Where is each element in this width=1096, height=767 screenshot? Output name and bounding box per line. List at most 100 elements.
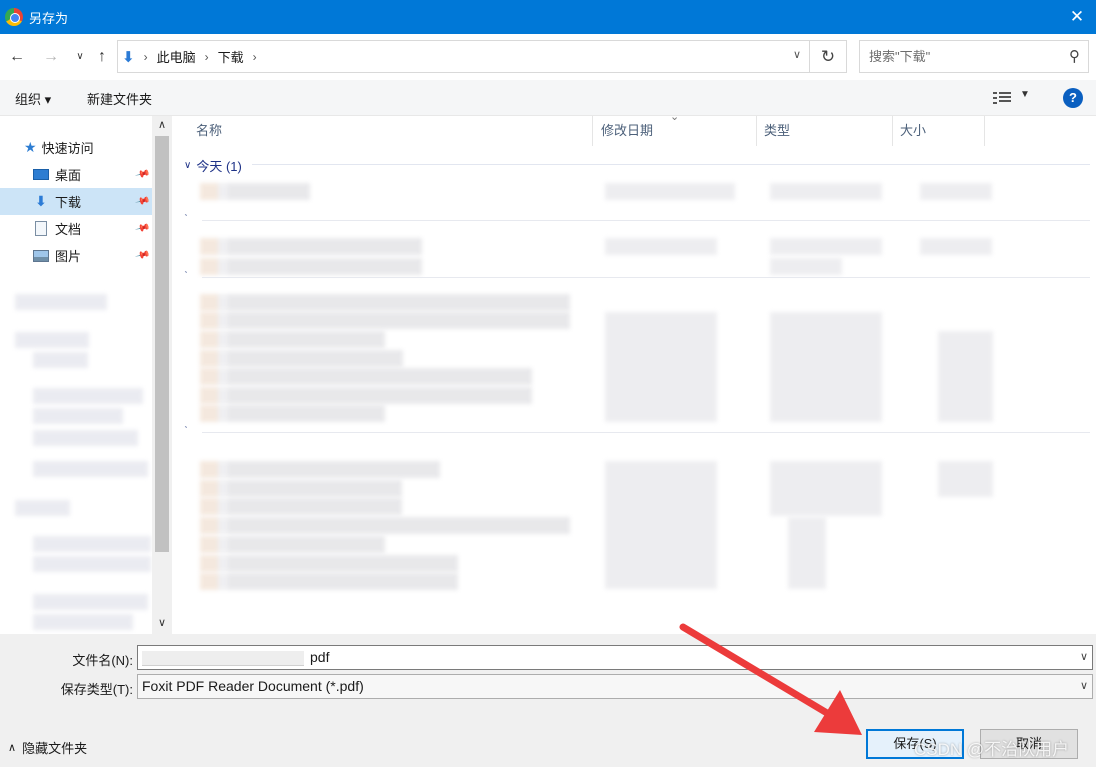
- pin-icon[interactable]: 📌: [134, 194, 150, 210]
- forward-arrow-icon[interactable]: →: [41, 46, 61, 68]
- pin-icon[interactable]: 📌: [134, 167, 150, 183]
- table-row[interactable]: [200, 555, 458, 572]
- nav-item-label: 图片: [55, 249, 82, 264]
- address-dropdown-icon[interactable]: ∨: [793, 48, 801, 61]
- table-row[interactable]: [200, 405, 385, 422]
- chrome-icon: [5, 8, 23, 26]
- table-row[interactable]: [200, 387, 532, 404]
- breadcrumb-downloads[interactable]: 下载: [218, 47, 244, 66]
- nav-item-downloads[interactable]: ⬇ 下载 📌: [0, 188, 152, 215]
- table-cell: [770, 258, 842, 275]
- group-toggle-icon[interactable]: ˋ: [184, 424, 188, 438]
- chevron-down-icon: ∨: [184, 160, 192, 171]
- filetype-select[interactable]: Foxit PDF Reader Document (*.pdf) ∨: [137, 674, 1093, 699]
- table-cell: [605, 312, 717, 422]
- column-header-name[interactable]: 名称: [172, 116, 593, 146]
- table-row[interactable]: [200, 498, 402, 515]
- redacted-nav-item: [33, 408, 123, 424]
- chevron-right-icon[interactable]: ›: [144, 50, 148, 64]
- nav-item-label: 下载: [55, 195, 82, 210]
- redacted-nav-item: [33, 461, 148, 477]
- refresh-icon[interactable]: ↻: [810, 40, 847, 73]
- table-cell: [938, 461, 993, 497]
- table-cell: [920, 183, 992, 200]
- view-dropdown-icon[interactable]: ▼: [1020, 89, 1030, 100]
- table-row[interactable]: [200, 573, 458, 590]
- search-icon[interactable]: ⚲: [1069, 41, 1080, 72]
- organize-button[interactable]: 组织 ▾: [15, 89, 51, 108]
- redacted-nav-item: [15, 332, 89, 348]
- command-toolbar: 组织 ▾ 新建文件夹 ▼: [0, 80, 1096, 116]
- nav-item-pictures[interactable]: 图片 📌: [0, 242, 152, 269]
- scroll-down-icon[interactable]: ∨: [152, 616, 172, 629]
- redacted-nav-item: [33, 430, 138, 446]
- close-icon[interactable]: ✕: [1066, 6, 1088, 28]
- chevron-down-icon[interactable]: ∨: [1080, 646, 1088, 669]
- column-label: 名称: [196, 123, 223, 138]
- search-input[interactable]: 搜索"下载" ⚲: [859, 40, 1089, 73]
- table-row[interactable]: [200, 536, 385, 553]
- table-cell: [770, 461, 882, 516]
- group-toggle-icon[interactable]: ˋ: [184, 212, 188, 226]
- help-icon[interactable]: ?: [1063, 88, 1083, 108]
- table-row[interactable]: [200, 258, 422, 275]
- nav-quick-access-label: 快速访问: [41, 141, 94, 156]
- back-arrow-icon[interactable]: ←: [7, 46, 27, 68]
- column-header-size[interactable]: 大小: [893, 116, 985, 146]
- recent-locations-chevron-icon[interactable]: ∨: [70, 46, 90, 68]
- table-cell: [938, 331, 993, 422]
- hide-folders-toggle[interactable]: ∧ 隐藏文件夹: [8, 738, 87, 757]
- table-row[interactable]: [200, 350, 403, 367]
- hide-folders-label: 隐藏文件夹: [22, 741, 88, 756]
- chevron-down-icon[interactable]: ∨: [1080, 675, 1088, 698]
- filename-field[interactable]: pdf ∨: [137, 645, 1093, 670]
- column-label: 修改日期: [601, 123, 654, 138]
- chevron-right-icon[interactable]: ›: [205, 50, 209, 64]
- table-cell: [920, 238, 992, 255]
- scroll-up-icon[interactable]: ∧: [152, 118, 172, 131]
- chevron-right-icon[interactable]: ›: [253, 50, 257, 64]
- table-row[interactable]: [200, 368, 532, 385]
- pin-icon[interactable]: 📌: [134, 248, 150, 264]
- table-row[interactable]: [200, 312, 570, 329]
- column-header-type[interactable]: 类型: [757, 116, 893, 146]
- up-arrow-icon[interactable]: ↑: [92, 46, 112, 68]
- nav-item-desktop[interactable]: 桌面 📌: [0, 161, 152, 188]
- download-folder-icon: ⬇: [122, 48, 135, 66]
- watermark: CSDN @不治队用户: [914, 740, 1070, 759]
- redacted-nav-item: [33, 388, 143, 404]
- table-row[interactable]: [200, 480, 402, 497]
- redacted-nav-item: [15, 500, 70, 516]
- address-bar[interactable]: ⬇ › 此电脑 › 下载 › ∨: [117, 40, 810, 73]
- table-row[interactable]: [200, 294, 570, 311]
- desktop-icon: [33, 169, 49, 180]
- table-row[interactable]: [200, 517, 570, 534]
- nav-item-documents[interactable]: 文档 📌: [0, 215, 152, 242]
- table-row[interactable]: [200, 331, 385, 348]
- group-header-today[interactable]: ∨ 今天 (1): [184, 156, 242, 175]
- group-label: 今天 (1): [196, 159, 242, 174]
- redacted-nav-item: [33, 556, 151, 572]
- address-row: ← → ∨ ↑ ⬇ › 此电脑 › 下载 › ∨ ↻ 搜索"下载" ⚲: [0, 34, 1096, 80]
- download-icon: ⬇: [35, 193, 47, 209]
- search-placeholder: 搜索"下载": [869, 49, 931, 64]
- nav-quick-access[interactable]: ★ 快速访问: [0, 134, 152, 161]
- pin-icon[interactable]: 📌: [134, 221, 150, 237]
- column-header-date[interactable]: 修改日期: [593, 116, 757, 146]
- redacted-nav-item: [33, 536, 151, 552]
- table-row[interactable]: [200, 238, 422, 255]
- filename-value: pdf: [310, 649, 330, 665]
- scrollbar-thumb[interactable]: [155, 136, 169, 552]
- table-row[interactable]: [200, 183, 310, 200]
- table-row[interactable]: [200, 461, 440, 478]
- table-cell: [605, 461, 717, 589]
- table-cell: [605, 238, 717, 255]
- file-list: 名称 ⌄ 修改日期 类型 大小 ∨ 今天 (1) ˋ ˋ ˋ: [172, 111, 1096, 634]
- divider: [252, 164, 1090, 165]
- breadcrumb-this-pc[interactable]: 此电脑: [157, 47, 196, 66]
- column-label: 大小: [900, 123, 927, 138]
- new-folder-button[interactable]: 新建文件夹: [87, 89, 152, 108]
- group-toggle-icon[interactable]: ˋ: [184, 269, 188, 283]
- nav-scrollbar[interactable]: ∧ ∨: [152, 116, 172, 634]
- view-details-icon[interactable]: [993, 90, 1011, 106]
